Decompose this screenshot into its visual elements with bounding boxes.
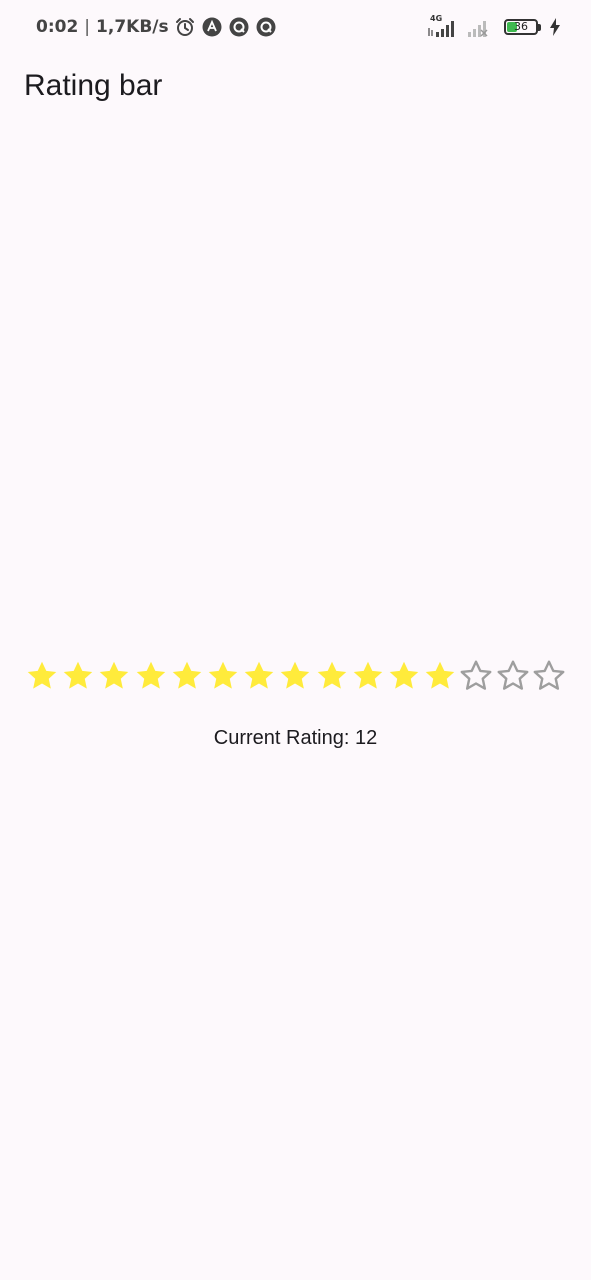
app-q-icon	[229, 17, 250, 38]
current-rating-label: Current Rating: 12	[213, 727, 378, 749]
app-q-icon	[256, 17, 277, 38]
signal-off-icon	[466, 16, 496, 38]
battery-level: 36	[514, 20, 528, 33]
status-speed: 1,7KB/s	[96, 17, 169, 37]
star-filled-icon[interactable]	[24, 657, 60, 695]
star-filled-icon[interactable]	[277, 657, 313, 695]
page-title: Rating bar	[24, 69, 163, 102]
screen: 0:02 | 1,7KB/s 4G 36 Rating bar Current …	[0, 0, 591, 1280]
star-filled-icon[interactable]	[422, 657, 458, 695]
status-right: 4G 36	[428, 14, 561, 39]
star-filled-icon[interactable]	[350, 657, 386, 695]
star-filled-icon[interactable]	[133, 657, 169, 695]
star-filled-icon[interactable]	[386, 657, 422, 695]
alarm-icon	[175, 17, 196, 38]
star-empty-icon[interactable]	[531, 657, 567, 695]
battery-icon: 36	[504, 19, 538, 35]
star-filled-icon[interactable]	[96, 657, 132, 695]
star-filled-icon[interactable]	[241, 657, 277, 695]
rating-bar[interactable]	[24, 657, 567, 695]
status-separator: |	[84, 17, 91, 37]
battery-tip	[538, 23, 541, 31]
network-type-label: 4G	[430, 14, 443, 23]
signal-icon: 4G	[428, 14, 458, 38]
charging-icon	[549, 17, 561, 38]
star-filled-icon[interactable]	[314, 657, 350, 695]
status-bar: 0:02 | 1,7KB/s 4G 36	[0, 0, 591, 52]
star-filled-icon[interactable]	[205, 657, 241, 695]
status-left: 0:02 | 1,7KB/s	[36, 15, 277, 39]
star-empty-icon[interactable]	[458, 657, 494, 695]
star-empty-icon[interactable]	[494, 657, 530, 695]
star-filled-icon[interactable]	[60, 657, 96, 695]
star-filled-icon[interactable]	[169, 657, 205, 695]
app-a-icon	[202, 17, 223, 38]
status-time: 0:02	[36, 17, 79, 37]
